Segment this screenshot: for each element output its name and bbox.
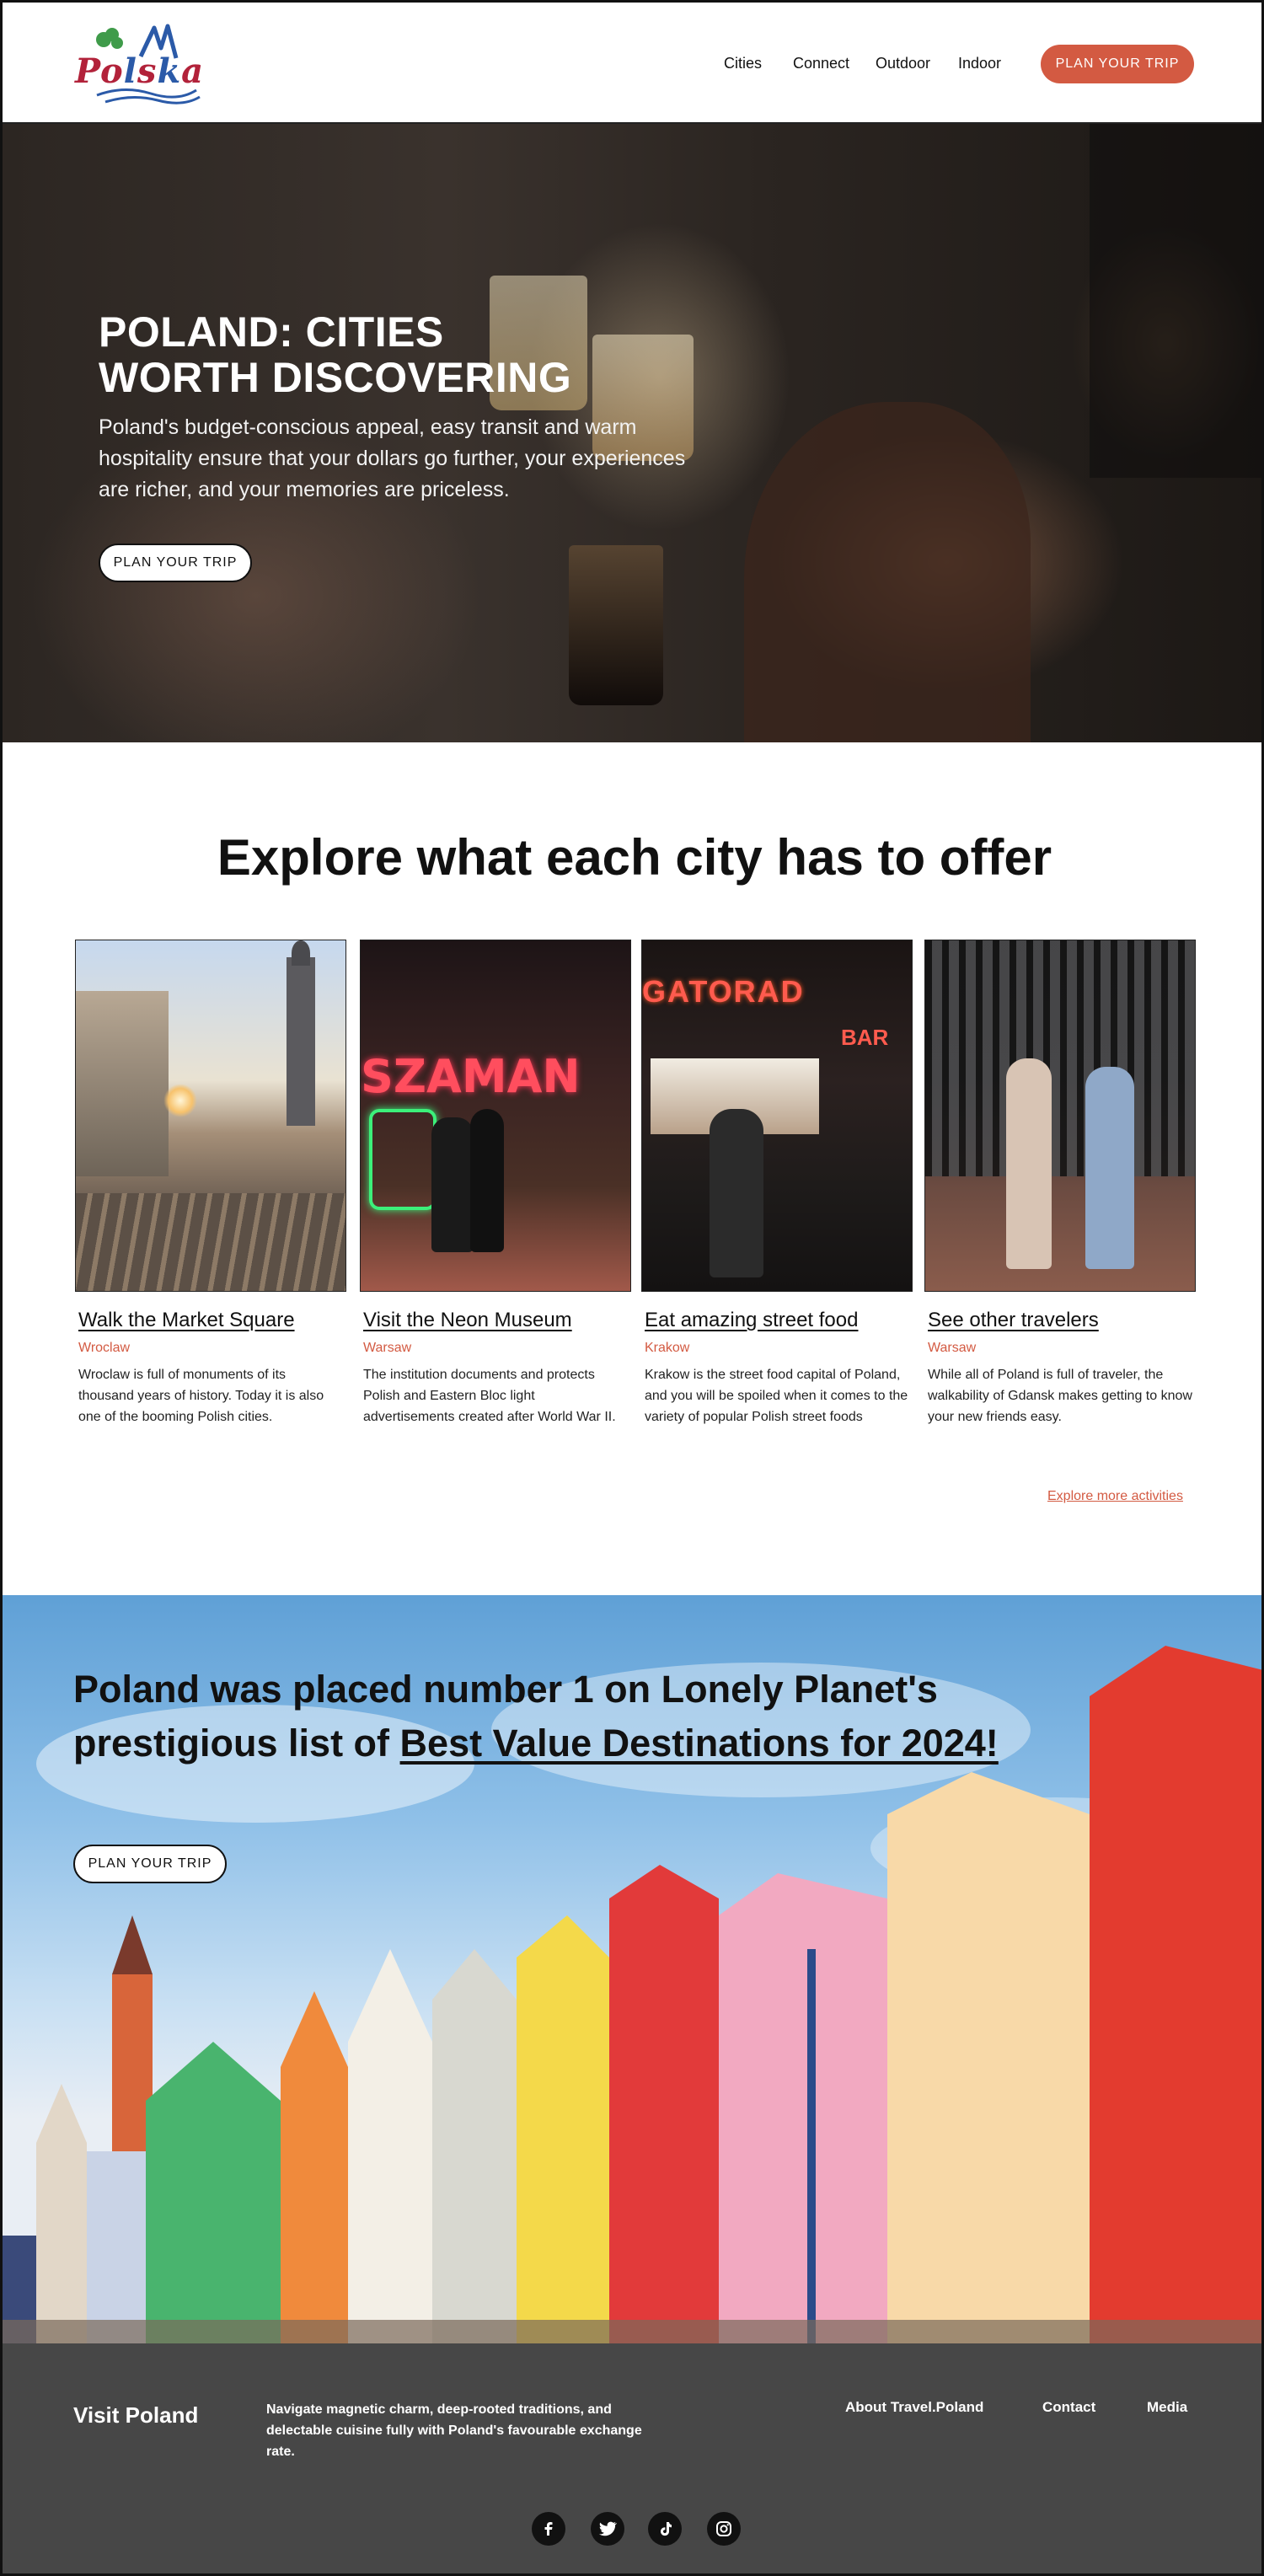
card-city: Warsaw	[363, 1341, 412, 1355]
polska-logo[interactable]: Polska	[73, 23, 205, 107]
footer-brand[interactable]: Visit Poland	[73, 2402, 198, 2429]
hero-title-line1: POLAND: CITIES	[99, 308, 444, 356]
card-title[interactable]: Visit the Neon Museum	[360, 1309, 631, 1332]
instagram-icon[interactable]	[707, 2512, 741, 2546]
facebook-icon[interactable]	[532, 2512, 565, 2546]
footer-link-contact[interactable]: Contact	[1042, 2399, 1095, 2416]
activity-card-market-square[interactable]: Walk the Market Square Wroclaw Wroclaw i…	[75, 940, 346, 1427]
activity-card-neon-museum[interactable]: SZAMAN Visit the Neon Museum Warsaw The …	[360, 940, 631, 1427]
page: Polska Cities Connect Outdoor Indoor PLA…	[0, 0, 1264, 2576]
street-food-photo[interactable]: GATORAD BAR	[641, 940, 913, 1292]
card-description: While all of Poland is full of traveler,…	[928, 1368, 1192, 1424]
neon-sign: SZAMAN	[361, 1050, 581, 1103]
hero-title: POLAND: CITIES WORTH DISCOVERING	[99, 309, 688, 400]
nav-connect[interactable]: Connect	[793, 55, 849, 72]
footer-link-about[interactable]: About Travel.Poland	[845, 2399, 983, 2416]
card-title[interactable]: Eat amazing street food	[641, 1309, 913, 1332]
bar-sign: BAR	[841, 1025, 889, 1050]
explore-more-link[interactable]: Explore more activities	[1047, 1489, 1183, 1504]
explore-heading: Explore what each city has to offer	[217, 829, 1052, 886]
best-value-link[interactable]: Best Value Destinations for 2024!	[400, 1722, 999, 1765]
banner-title: Poland was placed number 1 on Lonely Pla…	[73, 1663, 1034, 1770]
card-description: Wroclaw is full of monuments of its thou…	[78, 1368, 324, 1424]
logo-text: Polska	[75, 51, 205, 91]
nav-cities[interactable]: Cities	[724, 55, 762, 72]
footer-tagline: Navigate magnetic charm, deep-rooted tra…	[266, 2402, 642, 2459]
market-square-photo[interactable]	[75, 940, 346, 1292]
footer-link-media[interactable]: Media	[1147, 2399, 1187, 2416]
card-title[interactable]: Walk the Market Square	[75, 1309, 346, 1332]
nav-outdoor[interactable]: Outdoor	[876, 55, 930, 72]
best-value-banner: Poland was placed number 1 on Lonely Pla…	[3, 1595, 1261, 2343]
activity-card-travelers[interactable]: See other travelers Warsaw While all of …	[924, 940, 1196, 1427]
header-plan-trip-button[interactable]: PLAN YOUR TRIP	[1041, 45, 1194, 83]
card-description: Krakow is the street food capital of Pol…	[645, 1368, 908, 1424]
card-title[interactable]: See other travelers	[924, 1309, 1196, 1332]
travelers-photo[interactable]	[924, 940, 1196, 1292]
hero-section: POLAND: CITIES WORTH DISCOVERING Poland'…	[3, 124, 1261, 742]
nav-indoor[interactable]: Indoor	[958, 55, 1001, 72]
site-header: Polska Cities Connect Outdoor Indoor PLA…	[3, 3, 1261, 124]
banner-plan-trip-button[interactable]: PLAN YOUR TRIP	[73, 1845, 227, 1883]
twitter-icon[interactable]	[591, 2512, 624, 2546]
hero-title-line2: WORTH DISCOVERING	[99, 354, 572, 401]
card-city: Wroclaw	[78, 1341, 131, 1355]
activity-card-street-food[interactable]: GATORAD BAR Eat amazing street food Krak…	[641, 940, 913, 1427]
hero-plan-trip-button[interactable]: PLAN YOUR TRIP	[99, 544, 252, 582]
site-footer: Visit Poland Navigate magnetic charm, de…	[3, 2343, 1261, 2573]
neon-museum-photo[interactable]: SZAMAN	[360, 940, 631, 1292]
card-city: Warsaw	[928, 1341, 977, 1355]
hero-description: Poland's budget-conscious appeal, easy t…	[99, 415, 686, 501]
card-description: The institution documents and protects P…	[363, 1368, 616, 1424]
food-sign: GATORAD	[642, 974, 805, 1009]
card-city: Krakow	[645, 1341, 690, 1355]
tiktok-icon[interactable]	[648, 2512, 682, 2546]
